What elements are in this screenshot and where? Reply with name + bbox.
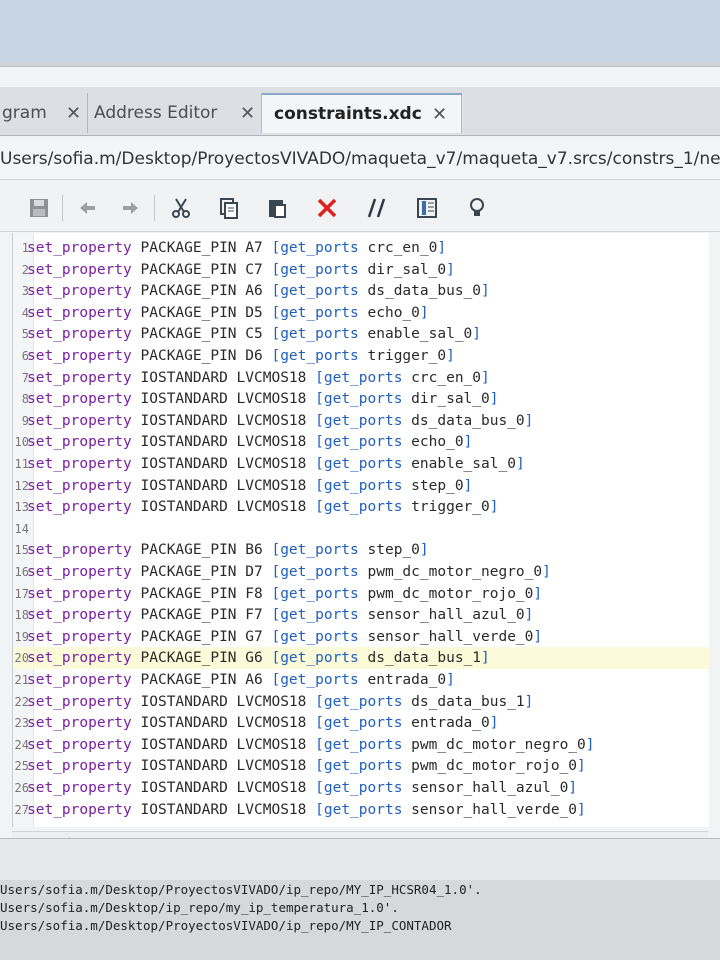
console-line: Users/sofia.m/Desktop/ProyectosVIVADO/ip…	[0, 882, 482, 897]
code-text: set_property IOSTANDARD LVCMOS18 [get_po…	[27, 391, 499, 408]
code-line[interactable]: 3 set_property PACKAGE_PIN A6 [get_ports …	[13, 280, 709, 302]
code-line[interactable]: 12 set_property IOSTANDARD LVCMOS18 [get_…	[13, 475, 709, 497]
close-icon[interactable]: ✕	[66, 103, 81, 124]
editor-toolbar	[0, 185, 720, 232]
code-line[interactable]: 25 set_property IOSTANDARD LVCMOS18 [get_…	[13, 755, 709, 777]
tab-block-diagram[interactable]: gram ✕	[0, 93, 88, 133]
tab-address-editor[interactable]: Address Editor ✕	[88, 93, 262, 133]
code-line[interactable]: 1 set_property PACKAGE_PIN A7 [get_ports …	[13, 237, 709, 259]
tab-bar: gram ✕ Address Editor ✕ constraints.xdc …	[0, 87, 720, 136]
undo-icon[interactable]	[72, 193, 102, 223]
close-icon[interactable]: ✕	[432, 104, 447, 125]
code-line[interactable]: 27 set_property IOSTANDARD LVCMOS18 [get_…	[13, 799, 709, 821]
line-number: 14	[14, 521, 29, 536]
code-line[interactable]: 23 set_property IOSTANDARD LVCMOS18 [get_…	[13, 712, 709, 734]
code-text: set_property IOSTANDARD LVCMOS18 [get_po…	[27, 369, 490, 386]
code-line[interactable]: 18 set_property PACKAGE_PIN F7 [get_ports…	[13, 604, 709, 626]
code-line[interactable]: 9 set_property IOSTANDARD LVCMOS18 [get_p…	[13, 410, 709, 432]
code-line[interactable]: 5 set_property PACKAGE_PIN C5 [get_ports …	[13, 323, 709, 345]
code-text: set_property IOSTANDARD LVCMOS18 [get_po…	[27, 693, 534, 710]
code-editor[interactable]: 1 set_property PACKAGE_PIN A7 [get_ports …	[12, 233, 709, 827]
code-text: set_property PACKAGE_PIN F7 [get_ports s…	[27, 607, 534, 624]
code-line[interactable]: 10 set_property IOSTANDARD LVCMOS18 [get_…	[13, 431, 709, 453]
console-line: Users/sofia.m/Desktop/ip_repo/my_ip_temp…	[0, 900, 399, 915]
redo-icon[interactable]	[116, 193, 146, 223]
lightbulb-icon[interactable]	[462, 193, 492, 223]
close-icon[interactable]: ✕	[240, 103, 255, 124]
code-text: set_property PACKAGE_PIN G6 [get_ports d…	[27, 650, 490, 667]
copy-icon[interactable]	[214, 193, 244, 223]
code-line[interactable]: 14	[13, 518, 709, 540]
panel-divider[interactable]	[0, 838, 720, 881]
tab-label: Address Editor	[94, 103, 218, 123]
code-text: set_property PACKAGE_PIN B6 [get_ports s…	[27, 542, 429, 559]
code-line[interactable]: 6 set_property PACKAGE_PIN D6 [get_ports …	[13, 345, 709, 367]
code-line[interactable]: 8 set_property IOSTANDARD LVCMOS18 [get_p…	[13, 388, 709, 410]
code-text: set_property IOSTANDARD LVCMOS18 [get_po…	[27, 780, 578, 796]
tab-label: gram	[2, 103, 47, 123]
code-text: set_property PACKAGE_PIN G7 [get_ports s…	[27, 628, 543, 645]
code-text: set_property PACKAGE_PIN D5 [get_ports e…	[27, 304, 429, 321]
code-line[interactable]: 17 set_property PACKAGE_PIN F8 [get_ports…	[13, 583, 709, 605]
code-text: set_property PACKAGE_PIN D6 [get_ports t…	[27, 348, 455, 364]
cut-icon[interactable]	[166, 193, 196, 223]
tcl-console: Users/sofia.m/Desktop/ProyectosVIVADO/ip…	[0, 880, 720, 960]
editor-window: gram ✕ Address Editor ✕ constraints.xdc …	[0, 66, 720, 854]
code-text: set_property IOSTANDARD LVCMOS18 [get_po…	[27, 736, 595, 753]
delete-icon[interactable]	[312, 193, 342, 223]
code-line[interactable]: 21 set_property PACKAGE_PIN A6 [get_ports…	[13, 669, 709, 691]
save-icon[interactable]	[24, 193, 54, 223]
console-line: Users/sofia.m/Desktop/ProyectosVIVADO/ip…	[0, 918, 452, 933]
code-line[interactable]: 26 set_property IOSTANDARD LVCMOS18 [get_…	[13, 777, 709, 799]
code-text: set_property IOSTANDARD LVCMOS18 [get_po…	[27, 434, 473, 451]
code-text: set_property IOSTANDARD LVCMOS18 [get_po…	[27, 758, 586, 775]
code-text: set_property PACKAGE_PIN A6 [get_ports e…	[27, 672, 455, 688]
screen-top-strip	[0, 0, 720, 62]
code-line[interactable]: 11 set_property IOSTANDARD LVCMOS18 [get_…	[13, 453, 709, 475]
code-text: set_property PACKAGE_PIN C7 [get_ports d…	[27, 261, 455, 278]
code-text: set_property PACKAGE_PIN F8 [get_ports p…	[27, 585, 543, 602]
code-line[interactable]: 13 set_property IOSTANDARD LVCMOS18 [get_…	[13, 496, 709, 518]
comment-icon[interactable]	[362, 193, 392, 223]
code-line[interactable]: 24 set_property IOSTANDARD LVCMOS18 [get_…	[13, 734, 709, 756]
code-line[interactable]: 4 set_property PACKAGE_PIN D5 [get_ports …	[13, 302, 709, 324]
file-path: Users/sofia.m/Desktop/ProyectosVIVADO/ma…	[0, 139, 720, 180]
code-line[interactable]: 2 set_property PACKAGE_PIN C7 [get_ports …	[13, 259, 709, 281]
paste-icon[interactable]	[262, 193, 292, 223]
code-text: set_property IOSTANDARD LVCMOS18 [get_po…	[27, 801, 586, 818]
code-text: set_property PACKAGE_PIN D7 [get_ports p…	[27, 564, 551, 580]
code-line[interactable]: 22 set_property IOSTANDARD LVCMOS18 [get_…	[13, 691, 709, 713]
code-text: set_property IOSTANDARD LVCMOS18 [get_po…	[27, 456, 525, 472]
tab-label: constraints.xdc	[274, 104, 422, 124]
code-line[interactable]: 19 set_property PACKAGE_PIN G7 [get_ports…	[13, 626, 709, 648]
code-text: set_property PACKAGE_PIN C5 [get_ports e…	[27, 326, 482, 343]
code-line[interactable]: 20 set_property PACKAGE_PIN G6 [get_ports…	[13, 647, 709, 670]
code-text: set_property PACKAGE_PIN A7 [get_ports c…	[27, 240, 447, 256]
code-text: set_property IOSTANDARD LVCMOS18 [get_po…	[27, 499, 499, 516]
code-line[interactable]: 15 set_property PACKAGE_PIN B6 [get_ports…	[13, 539, 709, 561]
code-line[interactable]: 16 set_property PACKAGE_PIN D7 [get_ports…	[13, 561, 709, 583]
code-text: set_property PACKAGE_PIN A6 [get_ports d…	[27, 283, 490, 300]
code-text: set_property IOSTANDARD LVCMOS18 [get_po…	[27, 412, 534, 429]
code-text: set_property IOSTANDARD LVCMOS18 [get_po…	[27, 715, 499, 732]
code-text: set_property IOSTANDARD LVCMOS18 [get_po…	[27, 477, 473, 494]
tab-constraints-xdc[interactable]: constraints.xdc ✕	[262, 93, 462, 133]
column-icon[interactable]	[412, 193, 442, 223]
code-line[interactable]: 7 set_property IOSTANDARD LVCMOS18 [get_p…	[13, 367, 709, 389]
